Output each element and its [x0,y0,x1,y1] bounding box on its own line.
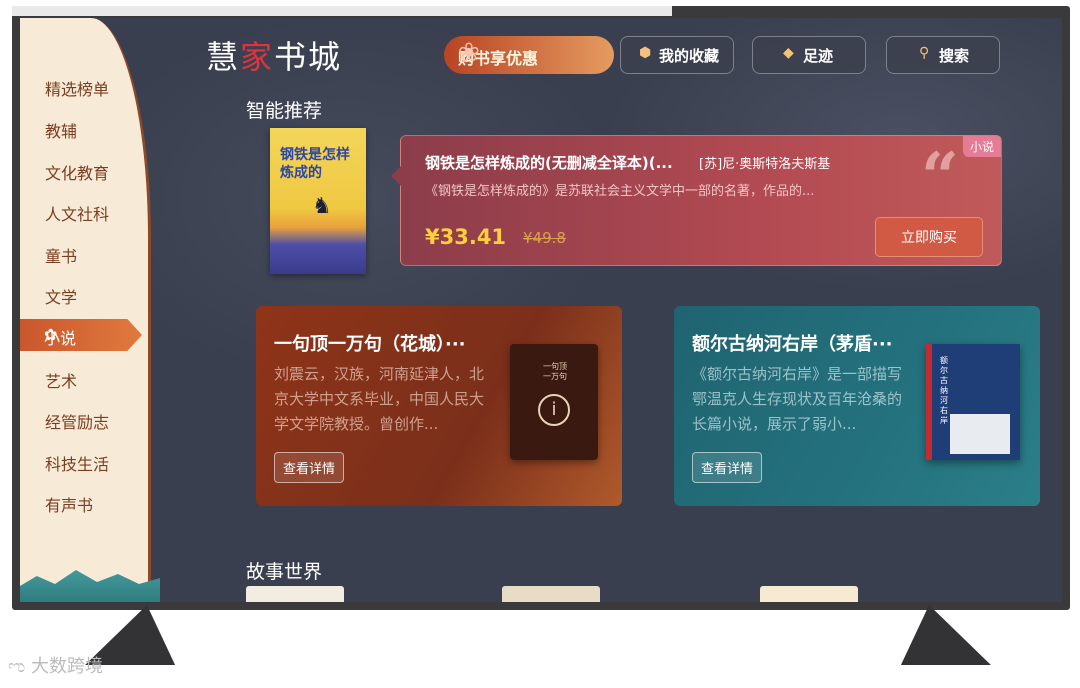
promo-button[interactable]: 购书享优惠 ❀ [444,36,614,74]
info-icon: i [538,394,570,426]
flower-icon: ❀ [458,38,480,68]
featured-original-price: ¥49.8 [523,229,566,247]
favorites-label: 我的收藏 [659,47,720,65]
category-badge: 小说 [962,136,1001,157]
sidebar-item-audiobook[interactable]: 有声书 [45,492,93,516]
cover-title: 一句顶一万句 [543,362,567,381]
book-card[interactable]: 一句顶一万句（花城）··· 刘震云，汉族，河南延津人，北京大学中文系毕业，中国人… [256,306,622,506]
featured-book-panel[interactable]: “ 小说 钢铁是怎样炼成的(无删减全译本)(... [苏]尼·奥斯特洛夫斯基 《… [391,135,1002,266]
section-title-recommend: 智能推荐 [246,100,323,122]
search-label: 搜索 [939,47,970,65]
sidebar-item-tech-life[interactable]: 科技生活 [45,451,109,475]
featured-book-cover[interactable]: 钢铁是怎样炼成的 ♞ [270,128,366,274]
watermark-icon: ಌ [8,656,26,677]
card-description: 刘震云，汉族，河南延津人，北京大学中文系毕业，中国人民大学文学院教授。曾创作..… [274,365,485,433]
favorites-button[interactable]: ⬢ 我的收藏 [620,36,734,74]
sidebar-item-art[interactable]: 艺术 [45,368,77,392]
sidebar-item-children[interactable]: 童书 [45,243,77,267]
buy-now-button[interactable]: 立即购买 [875,217,983,257]
featured-description: 《钢铁是怎样炼成的》是苏联社会主义文学中一部的名著，作品的... [425,184,815,199]
sidebar-item-literature[interactable]: 文学 [45,284,77,308]
featured-price: ¥33.41 [425,225,507,249]
history-label: 足迹 [803,47,834,65]
cover-spine [926,344,932,460]
history-button[interactable]: ◆ 足迹 [752,36,866,74]
hexagon-icon: ⬢ [639,45,652,61]
story-thumbnail[interactable] [760,586,858,602]
quote-icon: “ [921,138,959,216]
sidebar: 精选榜单 教辅 文化教育 人文社科 童书 文学 ✿ 小说 艺术 经管励志 科技生… [20,18,160,602]
mountain-decoration [20,570,160,602]
book-card[interactable]: 额尔古纳河右岸（茅盾··· 《额尔古纳河右岸》是一部描写鄂温克人生存现状及百年沧… [674,306,1040,506]
card-title: 一句顶一万句（花城）··· [274,334,466,355]
sidebar-item-ranking[interactable]: 精选榜单 [45,76,109,100]
sidebar-item-tutoring[interactable]: 教辅 [45,118,77,142]
panel-pointer [391,166,401,186]
cover-title: 钢铁是怎样炼成的 [280,147,350,181]
card-book-cover: 一句顶一万句 i [510,344,598,460]
sidebar-item-culture-education[interactable]: 文化教育 [45,160,109,184]
featured-title: 钢铁是怎样炼成的(无删减全译本)(... [425,154,673,172]
search-button[interactable]: ⚲ 搜索 [886,36,1000,74]
view-details-button[interactable]: 查看详情 [692,452,763,483]
view-details-button[interactable]: 查看详情 [274,452,345,483]
story-thumbnail[interactable] [502,586,600,602]
card-title: 额尔古纳河右岸（茅盾··· [692,334,893,355]
card-description: 《额尔古纳河右岸》是一部描写鄂温克人生存现状及百年沧桑的长篇小说，展示了弱小..… [692,365,903,433]
horse-rider-illustration: ♞ [312,194,332,219]
sidebar-item-business[interactable]: 经管励志 [45,409,109,433]
app-logo: 慧家书城 [206,38,343,76]
search-icon: ⚲ [919,45,930,61]
cover-panel [950,414,1010,454]
sidebar-item-label: 小说 [44,329,77,348]
watermark-label: 大数跨境 [30,656,103,677]
sidebar-item-humanities[interactable]: 人文社科 [45,201,109,225]
section-title-story: 故事世界 [246,561,323,583]
cube-icon: ◆ [783,45,794,61]
featured-author: [苏]尼·奥斯特洛夫斯基 [699,157,831,172]
story-thumbnail[interactable] [246,586,344,602]
tv-screen: 精选榜单 教辅 文化教育 人文社科 童书 文学 ✿ 小说 艺术 经管励志 科技生… [20,18,1062,602]
card-book-cover: 额尔古纳河右岸 [926,344,1020,460]
watermark: ಌ 大数跨境 [8,652,103,678]
tv-stand-right [879,605,991,665]
sidebar-item-novel[interactable]: ✿ 小说 [20,319,142,351]
